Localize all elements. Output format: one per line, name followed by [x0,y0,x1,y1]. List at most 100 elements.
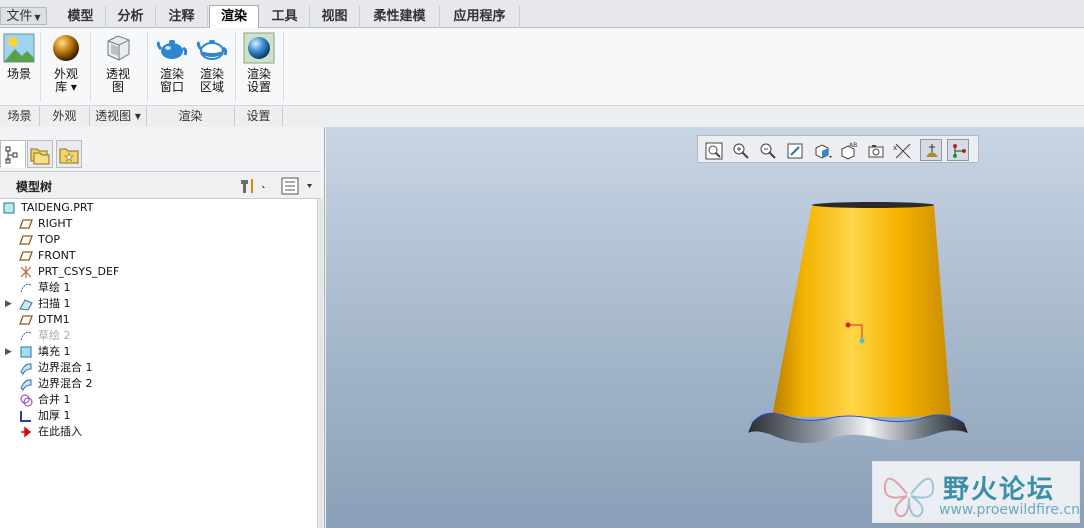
tree-item[interactable]: 合并 1 [0,392,316,408]
datum-plane-icon [19,235,33,245]
model-tree-tab[interactable] [0,140,26,168]
tree-item[interactable]: RIGHT [0,216,316,232]
group-divider [235,32,236,102]
favorites-tab[interactable] [56,140,82,168]
tab-flexible-modeling[interactable]: 柔性建模 [360,6,440,28]
group-label-scene: 场景 [0,106,40,126]
tree-item[interactable]: TOP [0,232,316,248]
tree-item-label: RIGHT [38,217,73,230]
watermark-title: 野火论坛 [943,475,1056,505]
sweep-icon [19,299,33,311]
perspective-view-button[interactable]: 透视 图 [100,32,136,94]
group-label-setup: 设置 [235,106,283,126]
tree-item-label: 扫描 1 [38,297,71,310]
tab-model[interactable]: 模型 [56,6,106,28]
group-label-render: 渲染 [147,106,235,126]
tree-item-label: TOP [38,233,61,246]
csys-icon [20,266,32,278]
tab-label: 模型 [67,9,94,24]
tree-item[interactable]: 草绘 1 [0,280,316,296]
expand-arrow-icon[interactable]: ▶ [5,296,13,312]
chevron-down-icon: ▼ [34,13,41,22]
tree-scrollbar[interactable] [319,199,323,528]
expand-arrow-icon[interactable]: ▶ [5,344,13,360]
scene-button[interactable]: 场景 [2,32,36,81]
folder-browser-tab[interactable] [27,140,53,168]
tree-item-label: 草绘 1 [38,281,71,294]
appearance-sphere-icon [50,32,82,64]
render-setup-label: 渲染 设置 [246,67,271,94]
forum-watermark: 野火论坛 www.proewildfire.cn [872,461,1080,523]
file-menu-button[interactable]: 文件 ▼ [0,7,47,25]
tree-item[interactable]: ▶ 填充 1 [0,344,316,360]
tree-item[interactable]: 边界混合 1 [0,360,316,376]
tree-item[interactable]: 草绘 2 [0,328,316,344]
group-divider [40,32,41,102]
creo-window: 文件 ▼ 模型 分析 注释 渲染 工具 视图 柔性建模 应用程序 场景 外观 库 … [0,0,1084,528]
graphics-viewport[interactable]: AB x 野火论坛 www.proewildfire.cn [326,127,1084,528]
tree-item-label: 填充 1 [38,345,71,358]
datum-plane-icon [19,219,33,229]
watermark-url: www.proewildfire.cn [939,502,1081,518]
group-divider [90,32,91,102]
tree-item[interactable]: FRONT [0,248,316,264]
tree-item[interactable]: 在此插入 [0,424,316,440]
model-tree-header: 模型树 [0,171,320,199]
tree-item-label: 在此插入 [38,425,82,438]
tree-item[interactable]: 边界混合 2 [0,376,316,392]
ribbon-tab-bar: 文件 ▼ 模型 分析 注释 渲染 工具 视图 柔性建模 应用程序 [0,0,1084,28]
appearance-label: 外观 库 ▾ [53,67,78,94]
boundary-blend-icon [20,363,32,375]
datum-plane-icon [19,251,33,261]
render-region-button[interactable]: 渲染 区域 [194,32,230,94]
tree-item[interactable]: PRT_CSYS_DEF [0,264,316,280]
tab-label: 柔性建模 [373,9,426,24]
tree-item[interactable]: 加厚 1 [0,408,316,424]
tab-render[interactable]: 渲染 [209,5,259,28]
ribbon-group-labels: 场景 外观 透视图 ▾ 渲染 设置 [0,105,1084,126]
show-options-button[interactable] [280,176,316,196]
tree-settings-button[interactable] [238,176,268,196]
butterfly-logo-icon [883,477,935,518]
tree-item-label: 边界混合 1 [38,361,93,374]
tree-icon [5,146,18,164]
render-window-button[interactable]: 渲染 窗口 [154,32,190,94]
part-icon [3,202,15,214]
teapot-icon [156,32,188,64]
tab-applications[interactable]: 应用程序 [440,6,520,28]
navigator-tabs [0,140,325,170]
group-divider [147,32,148,102]
sketch-icon [20,283,32,293]
tree-item-label: TAIDENG.PRT [21,201,94,214]
group-label-perspective[interactable]: 透视图 ▾ [90,106,147,126]
tab-label: 分析 [117,9,144,24]
datum-plane-icon [19,315,33,325]
tree-item[interactable]: ▶ 扫描 1 [0,296,316,312]
tree-item[interactable]: TAIDENG.PRT [0,200,316,216]
tab-tools[interactable]: 工具 [260,6,310,28]
tree-item-label: 草绘 2 [38,329,71,342]
perspective-cube-icon [102,32,134,64]
scene-icon [3,32,35,64]
navigator-panel: 模型树 TAIDENG.PRT RIGHT TOP FRONT PRT_CSYS_DEF… [0,127,325,528]
tools-icon [241,179,265,193]
tab-label: 工具 [271,9,298,24]
merge-icon [20,394,33,407]
tree-item[interactable]: DTM1 [0,312,316,328]
tab-label: 渲染 [220,9,247,24]
render-window-label: 渲染 窗口 [159,67,184,94]
ribbon: 场景 外观 库 ▾ 透视 图 渲染 窗口 渲染 区域 渲染 设置 场景 外观 透… [0,28,1084,126]
group-divider [283,32,284,102]
tree-item-label: FRONT [38,249,76,262]
file-menu-label: 文件 [6,9,33,24]
tab-view[interactable]: 视图 [310,6,360,28]
tab-analysis[interactable]: 分析 [106,6,156,28]
render-setup-button[interactable]: 渲染 设置 [241,32,277,94]
tab-label: 注释 [168,9,195,24]
tab-label: 应用程序 [453,9,506,24]
tab-annotate[interactable]: 注释 [156,6,208,28]
appearance-gallery-button[interactable]: 外观 库 ▾ [48,32,84,94]
render-region-label: 渲染 区域 [199,67,224,94]
tree-item-label: PRT_CSYS_DEF [38,265,120,278]
sketch-icon [20,331,32,341]
